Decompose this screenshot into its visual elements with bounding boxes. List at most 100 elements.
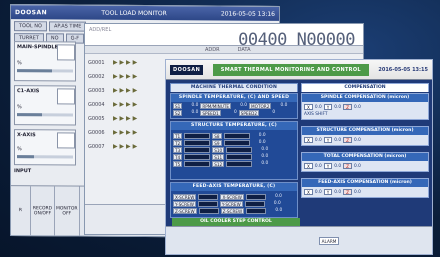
feed-axis-section: FEED-AXIS TEMPERATURE, (C) X-SCREW X-SCR…: [170, 182, 298, 218]
main-spindle-load-bar: [17, 69, 73, 73]
screen2-row-label: G0001: [88, 60, 105, 66]
axis-shift-label: AXIS SHIFT: [304, 112, 328, 117]
comp-value: 0.0: [314, 189, 322, 195]
spindle-key: S2: [173, 109, 183, 116]
x-axis-load-bar: [17, 155, 73, 159]
spindle-value: 0.0: [191, 103, 199, 108]
spindle-tag: SPEED1: [200, 109, 221, 116]
structure-row: T1 S8 0.0: [171, 132, 297, 139]
comp-value: 0.0: [354, 189, 361, 195]
feed-axis-gauge: [246, 207, 267, 214]
spindle-compensation-section: SPINDLE COMPENSATION (micron) X 0.0 Y 0.…: [301, 93, 429, 120]
main-spindle-block: MAIN-SPINDLE %: [14, 41, 76, 82]
spindle-value: 0: [272, 110, 276, 115]
structure-mid: S9: [212, 139, 222, 146]
subhead-addr: ADDR: [205, 46, 220, 53]
main-spindle-load-fill: [17, 69, 52, 73]
comp-value: 0.0: [354, 104, 361, 110]
comp-axis-x: X: [304, 189, 313, 195]
thermal-control-screen: DOOSAN SMART THERMAL MONITORING AND CONT…: [165, 59, 433, 255]
alarm-button[interactable]: ALARM: [319, 237, 339, 245]
spindle-row: S2 0.0 SPEED1 0 SPEED2 0: [171, 109, 297, 116]
structure-key: T2: [173, 139, 183, 146]
feed-axis-gauge: [245, 193, 266, 200]
total-compensation-body: X 0.0 Y 0.0 Z 0.0: [302, 161, 428, 171]
doosan-logo-front: DOOSAN: [170, 64, 204, 75]
spindle-value: 0.0: [191, 110, 199, 115]
oil-cooler-step-control[interactable]: OIL COOLER STEP CONTROL: [172, 218, 300, 226]
softkey-record-on-off[interactable]: RECORD ON/OFF: [31, 186, 55, 236]
screen2-row-label: G0005: [88, 116, 105, 122]
spindle-key: S1: [173, 102, 183, 109]
machine-condition-title: MACHINE THERMAL CONDITION: [171, 84, 297, 92]
screen1-date: 2016-05-05 13:16: [220, 10, 275, 18]
arrow-icon: ▶ ▶ ▶ ▶: [113, 73, 138, 80]
screen2-row-label: G0004: [88, 102, 105, 108]
structure-gauge: [226, 146, 253, 153]
doosan-logo: DOOSAN: [15, 8, 48, 16]
comp-axis-z: Z: [343, 104, 352, 110]
input-label: INPUT: [14, 168, 32, 175]
arrow-icon: ▶ ▶ ▶ ▶: [113, 59, 138, 66]
structure-gauge: [184, 139, 211, 146]
feed-axis-tag: Z-SCREW: [220, 207, 245, 214]
feed-compensation-body: X 0.0 Y 0.0 Z 0.0: [302, 187, 428, 197]
screen2-header-small: ADD/REL: [89, 27, 112, 33]
structure-row: T2 S9 0.0: [171, 139, 297, 146]
structure-gauge: [223, 139, 250, 146]
structure-value: 0.0: [261, 154, 269, 159]
feed-axis-key: Z-SCREW: [173, 207, 197, 214]
structure-mid: S8: [212, 132, 222, 139]
softkey-monitor-off[interactable]: MONITOR OFF: [55, 186, 80, 236]
structure-value: 0.0: [261, 147, 269, 152]
spindle-tag: SPEED2: [238, 109, 260, 116]
c1-axis-mini-panel: [57, 88, 75, 105]
feed-axis-row: Z-SCREW Z-SCREW 0.0: [171, 207, 297, 214]
feed-axis-gauge: [197, 200, 218, 207]
program-number-display: 00400 N00000: [238, 30, 355, 50]
c1-axis-block: C1-AXIS %: [14, 85, 76, 126]
comp-axis-y: Y: [323, 104, 333, 110]
structure-section: STRUCTURE TEMPERATURE, (C) T1 S8 0.0 T2 …: [170, 121, 298, 180]
structure-mid: S11: [212, 153, 225, 160]
structure-value: 0.0: [261, 161, 269, 166]
comp-axis-x: X: [304, 104, 313, 110]
structure-value: 0.0: [258, 133, 266, 138]
screen3-date: 2016-05-05 13:15: [378, 66, 428, 73]
screen2-row-label: G0003: [88, 88, 105, 94]
structure-mid: S12: [212, 160, 225, 167]
tab-ap-as-time[interactable]: AP.AS TIME: [48, 21, 87, 32]
feed-axis-gauge: [244, 200, 265, 207]
softkey-r[interactable]: R: [11, 186, 31, 236]
total-compensation-section: TOTAL COMPENSATION (micron) X 0.0 Y 0.0 …: [301, 152, 429, 172]
structure-gauge: [184, 160, 211, 167]
compensation-header: COMPENSATION: [301, 83, 429, 92]
comp-axis-z: Z: [343, 137, 352, 143]
feed-compensation-title: FEED-AXIS COMPENSATION (micron): [302, 179, 428, 187]
structure-row: T5 S12 0.0: [171, 160, 297, 167]
screen1-title: TOOL LOAD MONITOR: [101, 9, 167, 17]
feed-axis-section-title: FEED-AXIS TEMPERATURE, (C): [171, 183, 297, 191]
comp-value: 0.0: [334, 137, 342, 143]
comp-axis-z: Z: [343, 189, 352, 195]
feed-axis-value: 0.0: [275, 208, 283, 213]
feed-axis-gauge: [198, 193, 219, 200]
comp-axis-z: Z: [343, 163, 352, 169]
spindle-section: SPINDLE TEMPERATURE, (C) AND SPEED S1 0.…: [170, 93, 298, 119]
spindle-tag: RPM/MINUTE: [200, 102, 232, 109]
screen3-header: DOOSAN SMART THERMAL MONITORING AND CONT…: [166, 60, 432, 80]
tab-tool-no[interactable]: TOOL NO: [14, 21, 47, 32]
comp-axis-x: X: [304, 137, 313, 143]
c1-axis-load-fill: [17, 113, 43, 117]
feed-axis-key: Y-SCREW: [173, 200, 196, 207]
structure-row: T3 S10 0.0: [171, 146, 297, 153]
comp-value: 0.0: [334, 104, 342, 110]
comp-axis-y: Y: [323, 163, 333, 169]
structure-compensation-title: STRUCTURE COMPENSATION (micron): [302, 127, 428, 135]
comp-value: 0.0: [354, 137, 361, 143]
structure-key: T3: [173, 146, 183, 153]
comp-axis-y: Y: [323, 189, 333, 195]
feed-axis-row: Y-SCREW Y-SCREW 0.0: [171, 200, 297, 207]
comp-axis-y: Y: [323, 137, 333, 143]
structure-gauge: [226, 153, 253, 160]
